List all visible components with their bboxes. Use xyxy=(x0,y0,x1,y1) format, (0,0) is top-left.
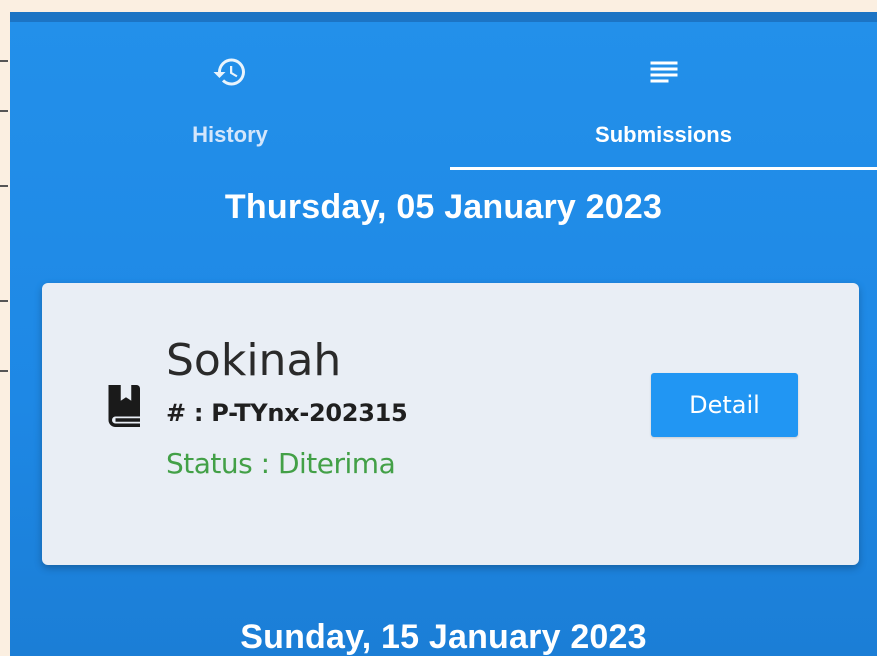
history-icon xyxy=(213,58,245,86)
status-text: Status : Diterima xyxy=(166,447,396,480)
active-tab-indicator xyxy=(450,167,877,170)
app-screen: History Submissions Thursday, 05 January… xyxy=(10,12,877,656)
tab-submissions[interactable]: Submissions xyxy=(450,22,877,162)
detail-button[interactable]: Detail xyxy=(651,373,798,437)
submission-card: Sokinah # : P-TYnx-202315 Status : Diter… xyxy=(42,283,859,565)
submission-code: # : P-TYnx-202315 xyxy=(166,399,408,427)
edge-mark xyxy=(0,300,8,302)
status-bar xyxy=(10,12,877,22)
submitter-name: Sokinah xyxy=(166,335,342,386)
date-heading: Thursday, 05 January 2023 xyxy=(224,188,663,226)
tab-history[interactable]: History xyxy=(10,22,450,162)
edge-mark xyxy=(0,60,8,62)
edge-mark xyxy=(0,110,8,112)
tab-submissions-label: Submissions xyxy=(595,122,732,147)
edge-mark xyxy=(0,370,8,372)
book-icon xyxy=(108,385,140,427)
tab-bar: History Submissions xyxy=(10,22,877,170)
edge-mark xyxy=(0,185,8,187)
tab-history-label: History xyxy=(192,122,268,147)
date-heading: Sunday, 15 January 2023 xyxy=(240,618,647,656)
list-icon xyxy=(650,61,677,83)
window-edge xyxy=(0,0,10,656)
